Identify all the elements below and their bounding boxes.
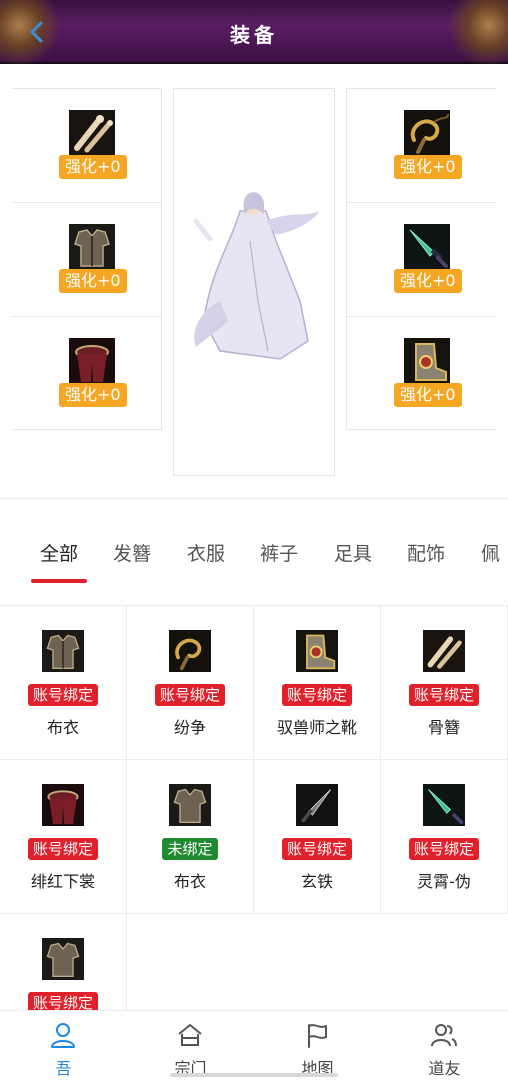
nav-friends[interactable]: 道友 <box>381 1011 508 1081</box>
whip-icon[interactable] <box>404 110 450 156</box>
item-card[interactable]: 账号绑定 骨簪 <box>381 606 508 760</box>
armor-robe-icon <box>42 630 84 672</box>
nav-map[interactable]: 地图 <box>254 1011 381 1081</box>
bone-hairpin-icon <box>423 630 465 672</box>
user-icon <box>51 1023 75 1048</box>
enhance-level-badge: 强化+0 <box>394 155 462 179</box>
nav-sect[interactable]: 宗门 <box>127 1011 254 1081</box>
equip-slot-boots[interactable]: 强化+0 <box>347 317 496 431</box>
page-title: 装备 <box>230 23 278 47</box>
section-divider <box>0 498 508 499</box>
map-flag-icon <box>308 1024 327 1048</box>
tab-pendant[interactable]: 佩 <box>481 539 500 566</box>
bind-status-badge: 账号绑定 <box>27 838 98 860</box>
item-name: 绯红下裳 <box>30 872 95 891</box>
friends-icon <box>431 1024 457 1047</box>
bottom-nav: 吾 宗门 地图 道友 <box>0 1010 508 1080</box>
equipment-panel: 强化+0 强化+0 强化+0 强化+0 强化+0 强化+0 <box>0 64 508 498</box>
item-card[interactable]: 账号绑定 <box>0 914 127 1010</box>
bind-status-badge: 账号绑定 <box>27 992 98 1010</box>
enhance-level-badge: 强化+0 <box>394 383 462 407</box>
item-grid: 账号绑定 布衣 账号绑定 纷争 账号绑定 驭兽师之靴 账号绑定 骨簪 账号绑定 … <box>0 605 508 1010</box>
equip-slot-sword[interactable]: 强化+0 <box>347 203 496 317</box>
red-pants-icon[interactable] <box>69 338 115 384</box>
tab-footwear[interactable]: 足具 <box>334 539 372 566</box>
item-name: 布衣 <box>173 872 206 891</box>
enhance-level-badge: 强化+0 <box>59 155 127 179</box>
active-tab-indicator <box>31 579 87 583</box>
tab-all[interactable]: 全部 <box>40 539 78 566</box>
armor-robe-icon[interactable] <box>69 224 115 270</box>
equip-column-right: 强化+0 强化+0 强化+0 <box>346 88 496 430</box>
tab-pants[interactable]: 裤子 <box>260 539 298 566</box>
red-pants-icon <box>42 784 84 826</box>
whip-icon <box>169 630 211 672</box>
nav-self[interactable]: 吾 <box>0 1011 127 1081</box>
iron-blade-icon <box>296 784 338 826</box>
character-portrait <box>193 192 320 360</box>
item-card[interactable]: 账号绑定 灵霄-伪 <box>381 760 508 914</box>
nav-label: 吾 <box>55 1059 72 1078</box>
bind-status-badge: 账号绑定 <box>408 684 479 706</box>
item-card[interactable]: 账号绑定 驭兽师之靴 <box>254 606 381 760</box>
equip-slot-robe[interactable]: 强化+0 <box>12 203 161 317</box>
bind-status-badge: 账号绑定 <box>281 838 352 860</box>
item-name: 布衣 <box>46 718 79 737</box>
category-tabs: 全部 发簪 衣服 裤子 足具 配饰 佩 <box>0 525 508 585</box>
item-name: 灵霄-伪 <box>417 872 471 891</box>
item-name: 纷争 <box>173 718 206 737</box>
bind-status-badge: 账号绑定 <box>281 684 352 706</box>
sect-house-icon <box>178 1024 202 1046</box>
bone-hairpin-icon[interactable] <box>69 110 115 156</box>
item-card[interactable]: 账号绑定 绯红下裳 <box>0 760 127 914</box>
enhance-level-badge: 强化+0 <box>394 269 462 293</box>
tab-clothes[interactable]: 衣服 <box>187 539 225 566</box>
item-card[interactable]: 账号绑定 布衣 <box>0 606 127 760</box>
enhance-level-badge: 强化+0 <box>59 269 127 293</box>
boots-icon[interactable] <box>404 338 450 384</box>
bind-status-badge: 账号绑定 <box>154 684 225 706</box>
equip-slot-hairpin[interactable]: 强化+0 <box>12 89 161 203</box>
jade-sword-icon <box>423 784 465 826</box>
bind-status-badge: 未绑定 <box>162 838 218 860</box>
tab-hairpin[interactable]: 发簪 <box>113 539 151 566</box>
jade-sword-icon[interactable] <box>404 224 450 270</box>
bind-status-badge: 账号绑定 <box>27 684 98 706</box>
character-portrait-frame <box>173 88 335 476</box>
tab-accessory[interactable]: 配饰 <box>407 539 445 566</box>
bind-status-badge: 账号绑定 <box>408 838 479 860</box>
nav-label: 道友 <box>428 1059 461 1078</box>
equip-slot-whip[interactable]: 强化+0 <box>347 89 496 203</box>
equip-slot-pants[interactable]: 强化+0 <box>12 317 161 431</box>
armor-robe-icon <box>169 784 211 826</box>
item-name: 驭兽师之靴 <box>276 718 357 737</box>
item-name: 玄铁 <box>300 872 333 891</box>
item-card[interactable]: 账号绑定 纷争 <box>127 606 254 760</box>
boots-icon <box>296 630 338 672</box>
item-name: 骨簪 <box>427 718 460 737</box>
armor-robe-icon <box>42 938 84 980</box>
item-card[interactable]: 未绑定 布衣 <box>127 760 254 914</box>
home-indicator[interactable] <box>170 1073 338 1077</box>
enhance-level-badge: 强化+0 <box>59 383 127 407</box>
equip-column-left: 强化+0 强化+0 强化+0 <box>12 88 162 430</box>
top-bar: 装备 <box>0 0 508 64</box>
item-card[interactable]: 账号绑定 玄铁 <box>254 760 381 914</box>
